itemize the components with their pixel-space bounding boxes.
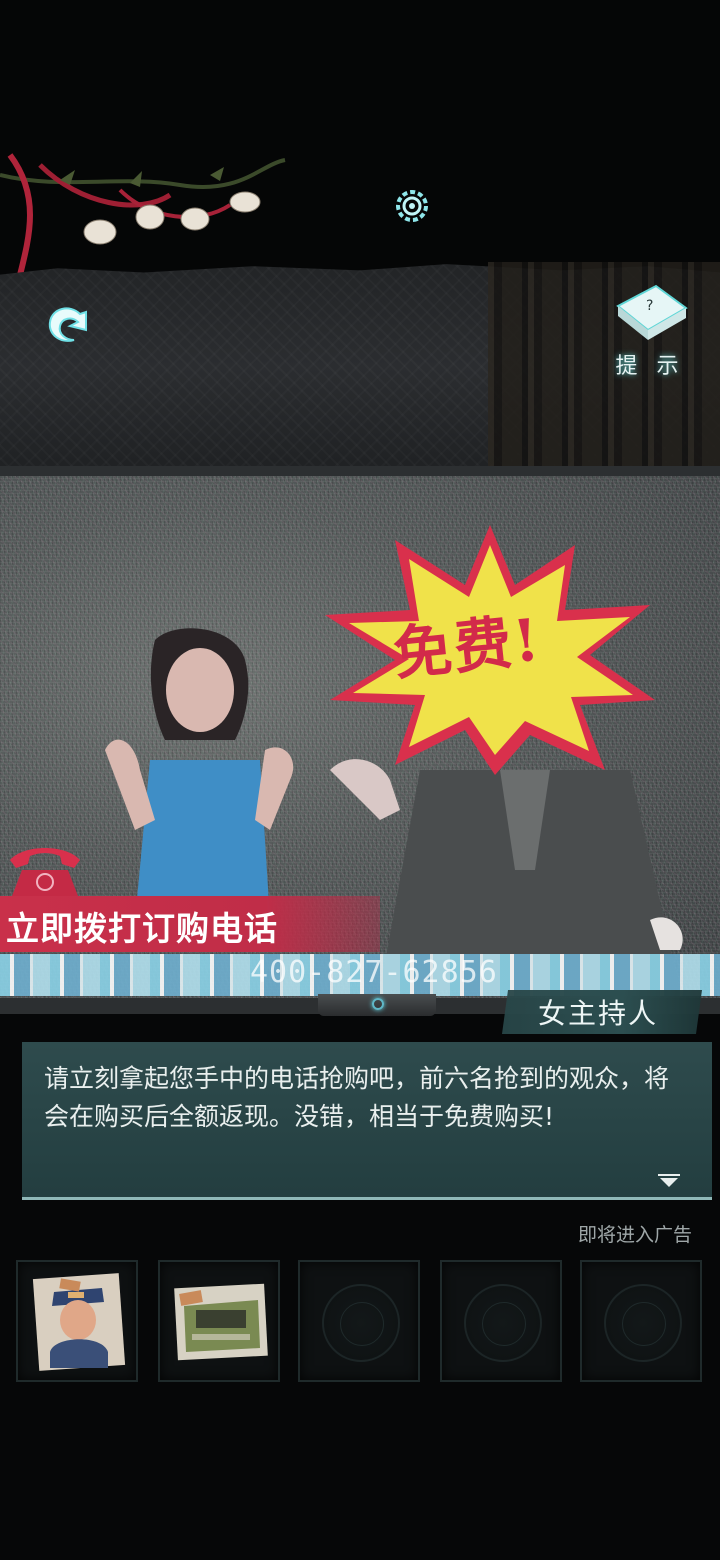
svg-text:?: ?: [646, 298, 653, 314]
back-arrow-icon: [48, 307, 87, 342]
speaker-name: 女主持人: [538, 997, 659, 1030]
hint-label: 提 示: [615, 354, 685, 379]
order-banner-text: 立即拨打订购电话: [6, 909, 278, 948]
telephone-icon: [10, 848, 80, 896]
conductor-portrait-icon: [32, 1273, 126, 1371]
inventory-bar: [0, 1250, 720, 1390]
empty-slot-emblem-icon: [604, 1284, 682, 1362]
dialog-text: 请立刻拿起您手中的电话抢购吧，前六名抢到的观众，将会在购买后全额返现。没错，相当…: [44, 1064, 670, 1131]
inventory-slot-5[interactable]: [580, 1260, 702, 1382]
inventory-slot-1[interactable]: [16, 1260, 138, 1382]
empty-slot-emblem-icon: [322, 1284, 400, 1362]
free-text: 免费!: [390, 605, 545, 689]
settings-button[interactable]: [390, 184, 434, 228]
ad-notice: 即将进入广告: [578, 1224, 693, 1246]
flower-vine-decoration: [0, 153, 286, 276]
hint-button[interactable]: ? 提 示: [605, 278, 695, 383]
hint-book-icon: ?: [616, 284, 688, 340]
inventory-slot-3[interactable]: [298, 1260, 420, 1382]
back-button[interactable]: [40, 300, 94, 350]
gear-icon: [396, 190, 428, 222]
female-host-figure: [105, 628, 294, 920]
inventory-slot-2[interactable]: [158, 1260, 280, 1382]
empty-slot-emblem-icon: [464, 1284, 542, 1362]
phone-number: 400-827-62856: [250, 955, 498, 990]
next-arrow-icon[interactable]: [658, 1174, 680, 1188]
green-vehicle-icon: [174, 1283, 268, 1361]
inventory-slot-4[interactable]: [440, 1260, 562, 1382]
tv-power-led-icon: [372, 998, 384, 1010]
